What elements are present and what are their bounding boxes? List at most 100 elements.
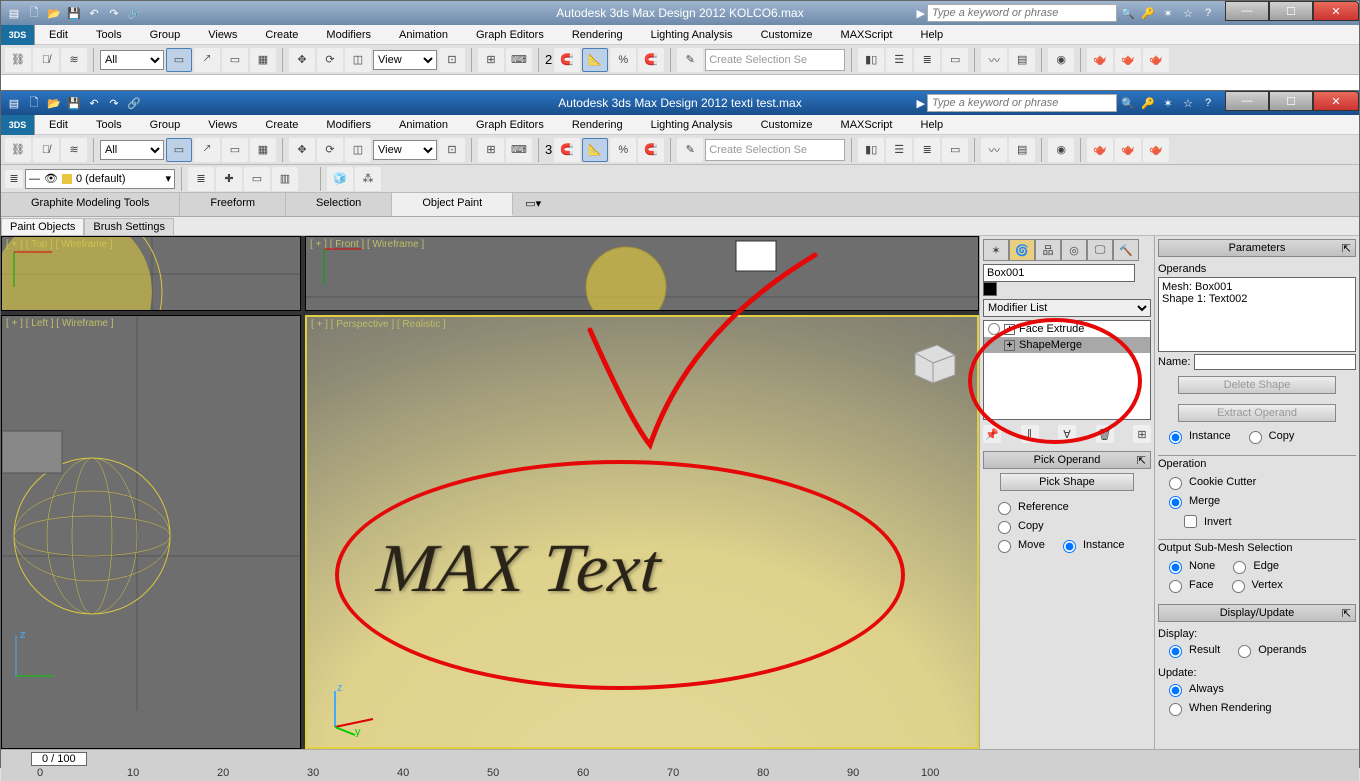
viewcube-icon[interactable] <box>905 335 959 389</box>
percent-snap-icon[interactable]: % <box>610 138 636 162</box>
menu-animation[interactable]: Animation <box>385 117 462 133</box>
open-icon[interactable]: 📂 <box>45 94 63 112</box>
schematic-icon[interactable]: ▤ <box>1009 138 1035 162</box>
radio-copy[interactable]: Copy <box>993 518 1044 534</box>
window-crossing-icon[interactable]: ▦ <box>250 138 276 162</box>
pick-shape-button[interactable]: Pick Shape <box>1000 473 1134 491</box>
manip-icon[interactable]: ⊞ <box>478 48 504 72</box>
paint-brush-icon[interactable]: ⁂ <box>355 167 381 191</box>
exchange-icon[interactable]: ✶ <box>1159 94 1177 112</box>
keymode-icon[interactable]: ⌨ <box>506 138 532 162</box>
key-icon[interactable]: 🔑 <box>1139 94 1157 112</box>
create-tab-icon[interactable]: ✶ <box>983 239 1009 261</box>
tab-selection[interactable]: Selection <box>286 193 392 216</box>
close-button[interactable]: ✕ <box>1313 91 1359 111</box>
time-thumb[interactable]: 0 / 100 <box>31 752 87 766</box>
operand-shape[interactable]: Shape 1: Text002 <box>1162 293 1352 305</box>
operand-name-input[interactable] <box>1194 354 1356 370</box>
align-icon[interactable]: ☰ <box>886 138 912 162</box>
rotate-icon[interactable]: ⟳ <box>317 48 343 72</box>
show-result-icon[interactable]: ‖ <box>1021 425 1039 443</box>
modifier-list[interactable]: Modifier List <box>983 299 1151 317</box>
expand-icon[interactable]: + <box>1004 340 1015 351</box>
ribbon-icon[interactable]: ▭ <box>942 48 968 72</box>
rollout-parameters[interactable]: Parameters⇱ <box>1158 239 1356 257</box>
time-ruler[interactable]: 0 10 20 30 40 50 60 70 80 90 100 <box>1 767 1359 781</box>
snap-icon[interactable]: 🧲 <box>554 138 580 162</box>
schematic-icon[interactable]: ▤ <box>1009 48 1035 72</box>
modify-tab-icon[interactable]: 🌀 <box>1009 239 1035 261</box>
select-object-icon[interactable]: ▭ <box>166 138 192 162</box>
selection-filter[interactable]: All <box>100 50 164 70</box>
scale-icon[interactable]: ◫ <box>345 48 371 72</box>
favorites-icon[interactable]: ☆ <box>1179 94 1197 112</box>
rendered-frame-icon[interactable]: 🫖 <box>1115 48 1141 72</box>
pin-icon[interactable]: ⇱ <box>1342 607 1351 620</box>
link-icon[interactable]: 🔗 <box>125 4 143 22</box>
radio-instance[interactable]: Instance <box>1058 537 1125 553</box>
menu-group[interactable]: Group <box>136 27 195 43</box>
viewport-perspective[interactable]: [ + ] [ Perspective ] [ Realistic ] MAX … <box>305 315 979 749</box>
save-icon[interactable]: 💾 <box>65 94 83 112</box>
edit-named-icon[interactable]: ✎ <box>677 138 703 162</box>
move-icon[interactable]: ✥ <box>289 48 315 72</box>
radio-result[interactable]: Result <box>1164 642 1220 658</box>
select-rect-icon[interactable]: ▭ <box>222 138 248 162</box>
exchange-icon[interactable]: ✶ <box>1159 4 1177 22</box>
pin-icon[interactable]: ⇱ <box>1137 454 1146 467</box>
rotate-icon[interactable]: ⟳ <box>317 138 343 162</box>
align-icon[interactable]: ☰ <box>886 48 912 72</box>
rendered-frame-icon[interactable]: 🫖 <box>1115 138 1141 162</box>
binoculars-icon[interactable]: 🔍 <box>1119 94 1137 112</box>
menu-graph[interactable]: Graph Editors <box>462 27 558 43</box>
radio-none[interactable]: None <box>1164 558 1215 574</box>
bind-icon[interactable]: ≋ <box>61 138 87 162</box>
radio-cookie[interactable]: Cookie Cutter <box>1164 474 1256 490</box>
material-icon[interactable]: ◉ <box>1048 138 1074 162</box>
display-tab-icon[interactable]: 🖵 <box>1087 239 1113 261</box>
rollout-pick-operand[interactable]: Pick Operand⇱ <box>983 451 1151 469</box>
operands-list[interactable]: Mesh: Box001 Shape 1: Text002 <box>1158 277 1356 352</box>
save-icon[interactable]: 💾 <box>65 4 83 22</box>
viewport-top[interactable]: [ + ] [ Top ] [ Wireframe ] <box>1 236 301 311</box>
binoculars-icon[interactable]: 🔍 <box>1119 4 1137 22</box>
undo-icon[interactable]: ↶ <box>85 4 103 22</box>
stack-row-shapemerge[interactable]: + ShapeMerge <box>984 337 1150 353</box>
tab-freeform[interactable]: Freeform <box>180 193 286 216</box>
expand-icon[interactable]: + <box>1004 324 1015 335</box>
menu-edit[interactable]: Edit <box>35 117 82 133</box>
menu-modifiers[interactable]: Modifiers <box>312 27 385 43</box>
subtab-paint-objects[interactable]: Paint Objects <box>1 218 84 235</box>
favorites-icon[interactable]: ☆ <box>1179 4 1197 22</box>
curve-editor-icon[interactable]: 〰 <box>981 138 1007 162</box>
ribbon-minimize-icon[interactable]: ▭▾ <box>513 193 553 216</box>
manip-icon[interactable]: ⊞ <box>478 138 504 162</box>
named-selection[interactable] <box>705 139 845 161</box>
layer-dropdown[interactable]: —👁 0 (default) ▾ <box>25 169 175 189</box>
render-setup-icon[interactable]: 🫖 <box>1087 138 1113 162</box>
menu-maxscript[interactable]: MAXScript <box>827 117 907 133</box>
layer-add-icon[interactable]: ✚ <box>216 167 242 191</box>
open-icon[interactable]: 📂 <box>45 4 63 22</box>
menu-customize[interactable]: Customize <box>747 27 827 43</box>
material-icon[interactable]: ◉ <box>1048 48 1074 72</box>
object-color-swatch[interactable] <box>983 282 997 296</box>
snap-icon[interactable]: 🧲 <box>554 48 580 72</box>
ref-coord[interactable]: View <box>373 140 437 160</box>
angle-snap-icon[interactable]: 📐 <box>582 138 608 162</box>
radio-reference[interactable]: Reference <box>993 499 1069 515</box>
help-icon[interactable]: ? <box>1199 94 1217 112</box>
radio-merge[interactable]: Merge <box>1164 493 1220 509</box>
menu-graph[interactable]: Graph Editors <box>462 117 558 133</box>
menu-edit[interactable]: Edit <box>35 27 82 43</box>
menu-create[interactable]: Create <box>251 27 312 43</box>
select-object-icon[interactable]: ▭ <box>166 48 192 72</box>
ref-coord[interactable]: View <box>373 50 437 70</box>
selectlink-icon[interactable]: ⛓ <box>5 138 31 162</box>
menu-rendering[interactable]: Rendering <box>558 117 637 133</box>
paint-cube-icon[interactable]: 🧊 <box>327 167 353 191</box>
make-unique-icon[interactable]: ∀ <box>1058 425 1076 443</box>
select-name-icon[interactable]: 🡕 <box>194 138 220 162</box>
window-crossing-icon[interactable]: ▦ <box>250 48 276 72</box>
curve-editor-icon[interactable]: 〰 <box>981 48 1007 72</box>
